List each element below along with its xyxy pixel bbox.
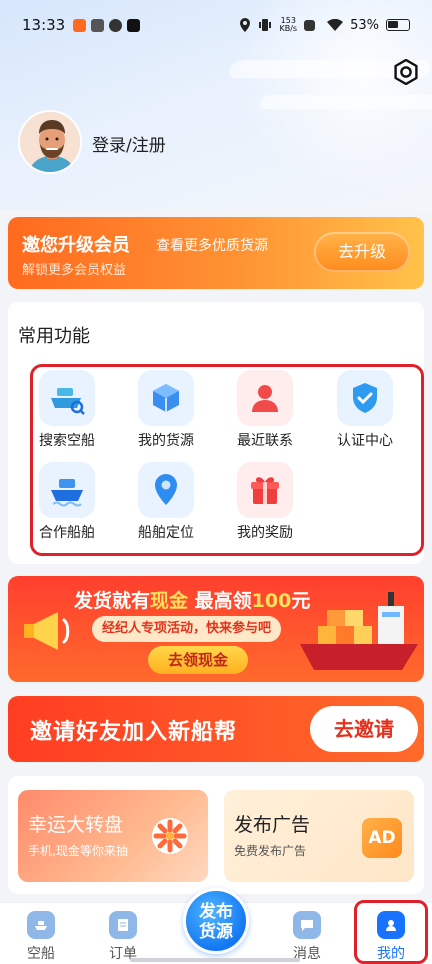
cargo-box-icon bbox=[138, 370, 194, 426]
sim-icon bbox=[304, 19, 316, 31]
tiktok-icon bbox=[127, 18, 141, 32]
header-streak bbox=[257, 95, 432, 109]
func-label: 认证中心 bbox=[337, 433, 393, 449]
publish-line2: 货源 bbox=[199, 922, 233, 942]
message-tab-icon bbox=[293, 911, 321, 939]
ship-tab-icon bbox=[27, 911, 55, 939]
upgrade-title: 邀您升级会员 bbox=[22, 235, 130, 256]
location-icon bbox=[240, 18, 251, 32]
lucky-wheel-card[interactable]: 幸运大转盘 手机,现金等你来抽 bbox=[18, 790, 208, 882]
func-my-rewards[interactable]: 我的奖励 bbox=[220, 462, 310, 542]
func-certification-center[interactable]: 认证中心 bbox=[320, 370, 410, 450]
app-notification-icon bbox=[73, 18, 87, 32]
tab-empty-ship[interactable]: 空船 bbox=[6, 911, 76, 963]
func-ship-location[interactable]: 船舶定位 bbox=[121, 462, 211, 542]
lucky-wheel-sub: 手机,现金等你来抽 bbox=[28, 844, 128, 858]
func-partner-ships[interactable]: 合作船舶 bbox=[22, 462, 112, 542]
ad-badge-icon: AD bbox=[362, 818, 402, 858]
cargo-ship-illustration bbox=[300, 592, 418, 670]
status-bar: 13:33 153 KB/s 53% bbox=[0, 0, 432, 50]
order-tab-icon bbox=[109, 911, 137, 939]
func-label: 我的奖励 bbox=[237, 525, 293, 541]
invite-button[interactable]: 去邀请 bbox=[310, 706, 418, 752]
home-indicator bbox=[130, 958, 300, 962]
invite-text: 邀请好友加入新船帮 bbox=[30, 720, 238, 745]
network-speed: 153 KB/s bbox=[279, 17, 297, 33]
publish-line1: 发布 bbox=[199, 902, 233, 922]
cash-headline: 发货就有现金 最高领100元 bbox=[74, 586, 310, 613]
cash-headline-gold: 现金 bbox=[150, 590, 189, 612]
lucky-wheel-title: 幸运大转盘 bbox=[28, 814, 124, 836]
post-ad-sub: 免费发布广告 bbox=[234, 844, 307, 858]
network-speed-unit: KB/s bbox=[279, 24, 298, 33]
func-label: 船舶定位 bbox=[138, 525, 194, 541]
func-recent-contact[interactable]: 最近联系 bbox=[220, 370, 310, 450]
megaphone-icon bbox=[24, 612, 70, 650]
func-label: 合作船舶 bbox=[39, 525, 95, 541]
member-upgrade-banner[interactable]: 邀您升级会员 查看更多优质货源 解锁更多会员权益 去升级 bbox=[8, 217, 424, 289]
cash-reward-banner[interactable]: 发货就有现金 最高领100元 经纪人专项活动，快来参与吧 去领现金 bbox=[8, 576, 424, 682]
promo-section: 幸运大转盘 手机,现金等你来抽 发布广告 免费发布广告 AD bbox=[8, 776, 424, 894]
gear-icon bbox=[394, 58, 418, 86]
location-pin-icon bbox=[138, 462, 194, 518]
cash-subtitle: 经纪人专项活动，快来参与吧 bbox=[92, 616, 282, 642]
tab-label: 我的 bbox=[377, 946, 405, 962]
claim-cash-button[interactable]: 去领现金 bbox=[148, 646, 248, 674]
ship-search-icon bbox=[39, 370, 95, 426]
contact-person-icon bbox=[237, 370, 293, 426]
prize-wheel-icon bbox=[152, 818, 188, 854]
common-functions-title: 常用功能 bbox=[18, 326, 90, 347]
app-notification-icon bbox=[91, 18, 105, 32]
gift-icon bbox=[237, 462, 293, 518]
cash-headline-amount: 100 bbox=[251, 590, 292, 612]
settings-button[interactable] bbox=[393, 58, 419, 86]
upgrade-subtitle: 查看更多优质货源 bbox=[156, 238, 268, 254]
func-my-cargo[interactable]: 我的货源 bbox=[121, 370, 211, 450]
func-label: 最近联系 bbox=[237, 433, 293, 449]
post-ad-title: 发布广告 bbox=[234, 814, 311, 836]
upgrade-desc: 解锁更多会员权益 bbox=[22, 263, 127, 278]
battery-percent: 53% bbox=[350, 17, 379, 33]
avatar[interactable] bbox=[18, 110, 82, 174]
publish-cargo-button[interactable]: 发布 货源 bbox=[183, 888, 249, 954]
cash-headline-mid: 最高领 bbox=[188, 590, 252, 612]
func-label: 我的货源 bbox=[138, 433, 194, 449]
tab-label: 空船 bbox=[27, 946, 55, 962]
vibrate-icon bbox=[259, 19, 272, 31]
upgrade-button[interactable]: 去升级 bbox=[314, 232, 410, 272]
status-time: 13:33 bbox=[22, 16, 66, 34]
invite-friends-banner[interactable]: 邀请好友加入新船帮 去邀请 bbox=[8, 696, 424, 762]
wifi-icon bbox=[327, 18, 344, 31]
tab-orders[interactable]: 订单 bbox=[88, 911, 158, 963]
battery-icon bbox=[386, 19, 410, 31]
cash-headline-prefix: 发货就有 bbox=[74, 590, 151, 612]
shield-check-icon bbox=[337, 370, 393, 426]
post-ad-card[interactable]: 发布广告 免费发布广告 AD bbox=[224, 790, 414, 882]
app-notification-icon bbox=[109, 18, 123, 32]
login-register-link[interactable]: 登录/注册 bbox=[92, 131, 166, 156]
ship-icon bbox=[39, 462, 95, 518]
func-label: 搜索空船 bbox=[39, 433, 95, 449]
tab-mine[interactable]: 我的 bbox=[356, 911, 426, 963]
func-search-empty-ship[interactable]: 搜索空船 bbox=[22, 370, 112, 450]
profile-tab-icon bbox=[377, 911, 405, 939]
tab-messages[interactable]: 消息 bbox=[272, 911, 342, 963]
